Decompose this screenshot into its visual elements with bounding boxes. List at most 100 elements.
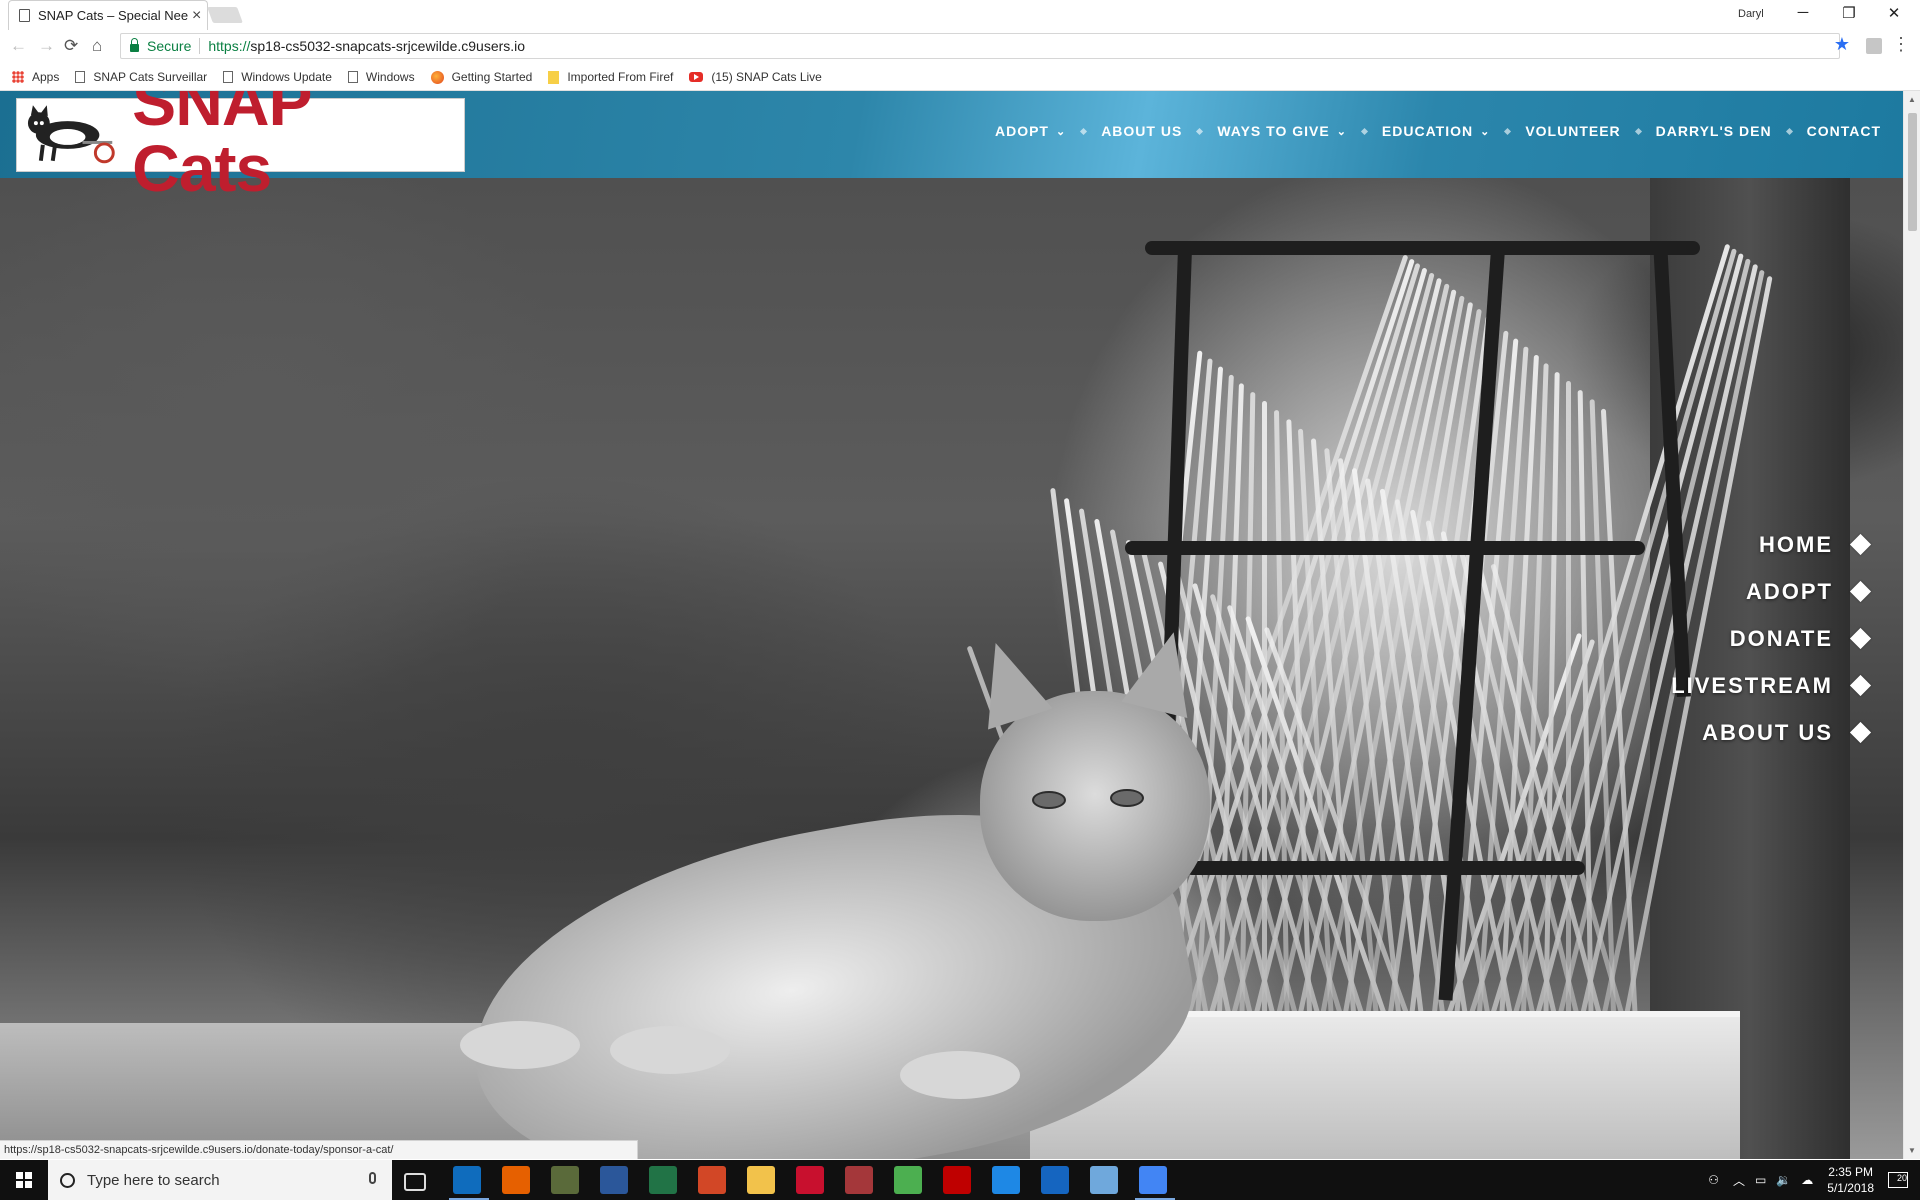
diamond-icon xyxy=(1849,580,1872,603)
divider xyxy=(199,38,201,54)
browser-menu-icon[interactable]: ⋮ xyxy=(1892,34,1910,55)
nav-education[interactable]: EDUCATION ⌄ xyxy=(1382,123,1490,139)
page-icon xyxy=(19,9,30,22)
nav-adopt[interactable]: ADOPT ⌄ xyxy=(995,123,1066,139)
task-view-icon[interactable] xyxy=(404,1173,426,1191)
people-icon[interactable]: ⚇ xyxy=(1708,1173,1719,1187)
page-icon xyxy=(347,71,358,83)
bookmark-windows[interactable]: Windows xyxy=(347,70,415,84)
dot-nav-livestream[interactable]: LIVESTREAM xyxy=(1671,662,1872,709)
reload-icon[interactable]: ⟳ xyxy=(64,36,78,56)
close-window-icon[interactable]: ✕ xyxy=(1884,4,1904,22)
microphone-icon[interactable] xyxy=(369,1172,376,1184)
site-logo[interactable]: SNAP Cats xyxy=(16,91,465,201)
dot-nav-about-us[interactable]: ABOUT US xyxy=(1702,709,1872,756)
extension-icon[interactable] xyxy=(1866,38,1882,54)
page-icon xyxy=(223,71,234,83)
bookmark-snap-cats-surveillance[interactable]: SNAP Cats Surveillar xyxy=(75,70,207,84)
chrome-icon[interactable] xyxy=(1139,1166,1167,1194)
edge-icon[interactable] xyxy=(992,1166,1020,1194)
section-dot-nav: HOME ADOPT DONATE LIVESTREAM ABOUT US xyxy=(1671,521,1872,756)
acrobat-icon[interactable] xyxy=(796,1166,824,1194)
url-host: sp18-cs5032-snapcats-srjcewilde.c9users.… xyxy=(250,38,526,54)
address-bar[interactable]: Secure https:// sp18-cs5032-snapcats-srj… xyxy=(120,33,1840,59)
bookmark-imported-folder[interactable]: Imported From Firef xyxy=(548,70,673,84)
bookmark-apps[interactable]: Apps xyxy=(0,70,59,84)
firefox-icon xyxy=(430,70,444,84)
bookmark-label: Windows xyxy=(365,70,415,84)
restore-icon[interactable]: ❐ xyxy=(1839,4,1859,22)
nav-darryls-den[interactable]: DARRYL'S DEN xyxy=(1656,123,1772,139)
forward-icon[interactable]: → xyxy=(38,36,55,56)
cat-paw xyxy=(460,1021,580,1069)
nav-about-us[interactable]: ABOUT US xyxy=(1101,123,1182,139)
back-icon[interactable]: ← xyxy=(10,36,27,56)
cloud-icon[interactable]: ☁ xyxy=(1801,1173,1813,1187)
bookmark-star-icon[interactable]: ★ xyxy=(1834,34,1850,55)
nav-volunteer[interactable]: VOLUNTEER xyxy=(1525,123,1620,139)
nav-ways-to-give[interactable]: WAYS TO GIVE ⌄ xyxy=(1217,123,1347,139)
excel-icon[interactable] xyxy=(649,1166,677,1194)
nav-contact[interactable]: CONTACT xyxy=(1807,123,1881,139)
bookmark-label: Windows Update xyxy=(241,70,332,84)
file-explorer-icon[interactable] xyxy=(747,1166,775,1194)
address-toolbar: ← → ⟳ ⌂ Secure https:// sp18-cs5032-snap… xyxy=(0,30,1920,64)
bookmark-getting-started[interactable]: Getting Started xyxy=(430,70,532,84)
dot-nav-adopt[interactable]: ADOPT xyxy=(1746,568,1872,615)
cat-paw xyxy=(610,1026,730,1074)
outlook-icon[interactable] xyxy=(453,1166,481,1194)
nav-separator xyxy=(1360,127,1368,135)
diamond-icon xyxy=(1849,721,1872,744)
profile-name[interactable]: Daryl xyxy=(1738,8,1764,20)
link-status-bar: https://sp18-cs5032-snapcats-srjcewilde.… xyxy=(0,1140,638,1159)
taskbar-clock[interactable]: 2:35 PM 5/1/2018 xyxy=(1827,1164,1874,1196)
scroll-thumb[interactable] xyxy=(1908,113,1917,231)
cat-head xyxy=(963,623,1210,921)
volume-icon[interactable]: 🔉 xyxy=(1776,1173,1791,1187)
tab-close-icon[interactable]: × xyxy=(192,7,201,25)
tab-title: SNAP Cats – Special Nee xyxy=(38,8,188,23)
nav-separator xyxy=(1634,127,1642,135)
scroll-down-icon[interactable]: ▼ xyxy=(1908,1146,1916,1155)
home-icon[interactable]: ⌂ xyxy=(92,36,102,56)
cortana-icon xyxy=(60,1172,75,1188)
nav-separator xyxy=(1196,127,1204,135)
bookmark-snap-cats-live[interactable]: (15) SNAP Cats Live xyxy=(689,70,822,84)
word-icon[interactable] xyxy=(600,1166,628,1194)
browser-titlebar: SNAP Cats – Special Nee × Daryl ─ ❐ ✕ xyxy=(0,0,1920,30)
network-icon[interactable]: ▭ xyxy=(1755,1173,1766,1187)
filezilla-icon[interactable] xyxy=(943,1166,971,1194)
page-scrollbar[interactable]: ▲ ▼ xyxy=(1903,91,1920,1159)
diamond-icon xyxy=(1849,674,1872,697)
clock-date: 5/1/2018 xyxy=(1827,1181,1874,1195)
start-button[interactable] xyxy=(0,1160,48,1200)
bookmarks-bar: Apps SNAP Cats Surveillar Windows Update… xyxy=(0,64,1920,91)
action-center-icon[interactable]: 20 xyxy=(1888,1172,1908,1188)
lock-icon xyxy=(130,38,139,52)
bookmark-windows-update[interactable]: Windows Update xyxy=(223,70,332,84)
page-viewport: SNAP Cats ADOPT ⌄ ABOUT US WAYS TO GIVE ⌄ … xyxy=(0,91,1903,1159)
tray-expand-icon[interactable]: ︿ xyxy=(1733,1172,1745,1189)
chevron-down-icon: ⌄ xyxy=(1336,125,1347,138)
bookmark-label: Apps xyxy=(32,70,60,84)
dot-nav-donate[interactable]: DONATE xyxy=(1730,615,1872,662)
dot-nav-home[interactable]: HOME xyxy=(1759,521,1872,568)
scroll-up-icon[interactable]: ▲ xyxy=(1908,95,1916,104)
malwarebytes-icon[interactable] xyxy=(1041,1166,1069,1194)
scanner-icon[interactable] xyxy=(1090,1166,1118,1194)
powerpoint-icon[interactable] xyxy=(698,1166,726,1194)
system-tray: ⚇ ︿ ▭ 🔉 ☁ 2:35 PM 5/1/2018 20 xyxy=(1708,1160,1920,1200)
minimize-icon[interactable]: ─ xyxy=(1793,4,1813,21)
bookmark-label: SNAP Cats Surveillar xyxy=(93,70,208,84)
access-icon[interactable] xyxy=(845,1166,873,1194)
folder-icon xyxy=(548,70,560,84)
nav-separator xyxy=(1785,127,1793,135)
taskbar-search[interactable]: Type here to search xyxy=(48,1160,392,1200)
url-scheme: https:// xyxy=(208,38,251,54)
new-tab-button[interactable] xyxy=(207,7,243,23)
firefox-icon[interactable] xyxy=(502,1166,530,1194)
chevron-down-icon: ⌄ xyxy=(1480,125,1491,138)
browser-tab-active[interactable]: SNAP Cats – Special Nee × xyxy=(8,0,208,30)
app-green-icon[interactable] xyxy=(894,1166,922,1194)
game-icon[interactable] xyxy=(551,1166,579,1194)
